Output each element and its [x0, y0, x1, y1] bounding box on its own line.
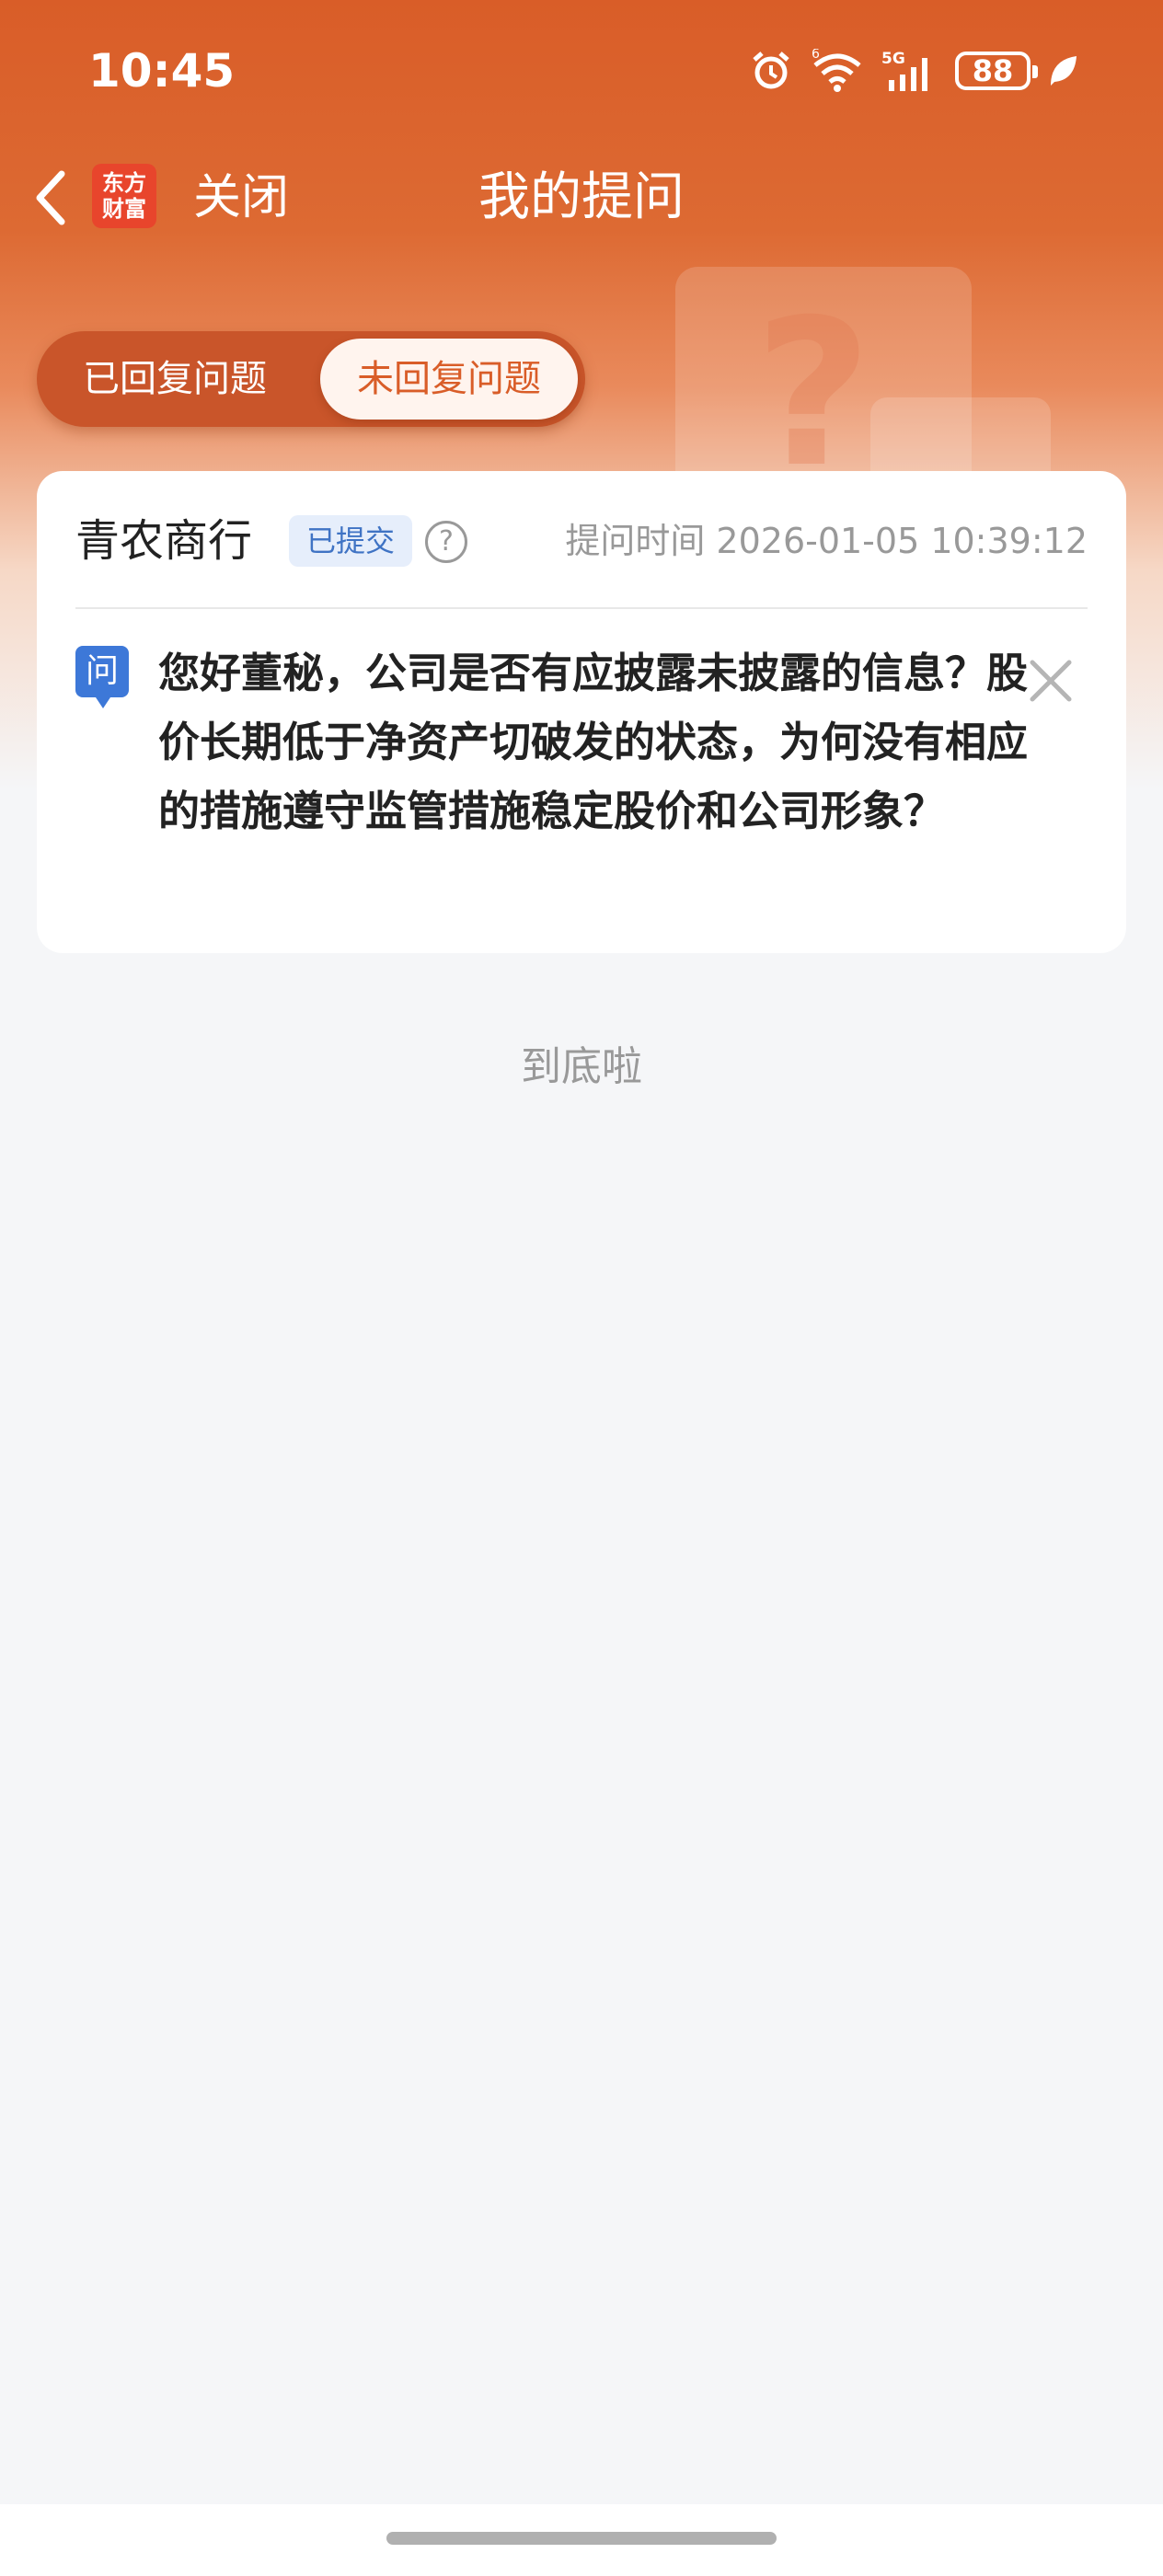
question-tabs: 已回复问题 未回复问题: [37, 331, 585, 427]
close-icon: [1030, 660, 1072, 702]
delete-question-button[interactable]: [1023, 653, 1078, 708]
ask-time: 提问时间 2026-01-05 10:39:12: [565, 521, 1088, 561]
status-time: 10:45: [88, 44, 236, 98]
battery-icon: 88: [955, 52, 1038, 90]
divider: [75, 607, 1088, 609]
tab-unanswered[interactable]: 未回复问题: [320, 339, 578, 420]
wifi-icon: 6: [812, 49, 861, 92]
question-text: 您好董秘，公司是否有应披露未披露的信息？股价长期低于净资产切破发的状态，为何没有…: [158, 649, 1029, 835]
status-badge: 已提交: [289, 515, 412, 567]
company-name[interactable]: 青农商行: [75, 508, 252, 574]
status-bar: 10:45 6 5G 88: [0, 0, 1163, 138]
alarm-icon: [753, 52, 789, 89]
home-indicator[interactable]: [386, 2532, 777, 2545]
question-badge-icon: 问: [75, 646, 129, 708]
navigation-bar: 东方 财富 关闭 我的提问: [0, 147, 1163, 248]
tab-answered[interactable]: 已回复问题: [37, 339, 313, 420]
page-title: 我的提问: [478, 167, 685, 227]
signal-icon: 5G: [881, 50, 927, 91]
status-icons: 6 5G 88: [749, 46, 1080, 96]
leaf-icon: [1051, 56, 1077, 86]
help-icon[interactable]: ?: [425, 521, 467, 563]
svg-text:5G: 5G: [881, 50, 905, 68]
question-card[interactable]: 青农商行 已提交 ? 提问时间 2026-01-05 10:39:12 问 您好…: [37, 471, 1126, 953]
end-of-list-text: 到底啦: [521, 1043, 642, 1090]
svg-text:6: 6: [812, 49, 820, 62]
